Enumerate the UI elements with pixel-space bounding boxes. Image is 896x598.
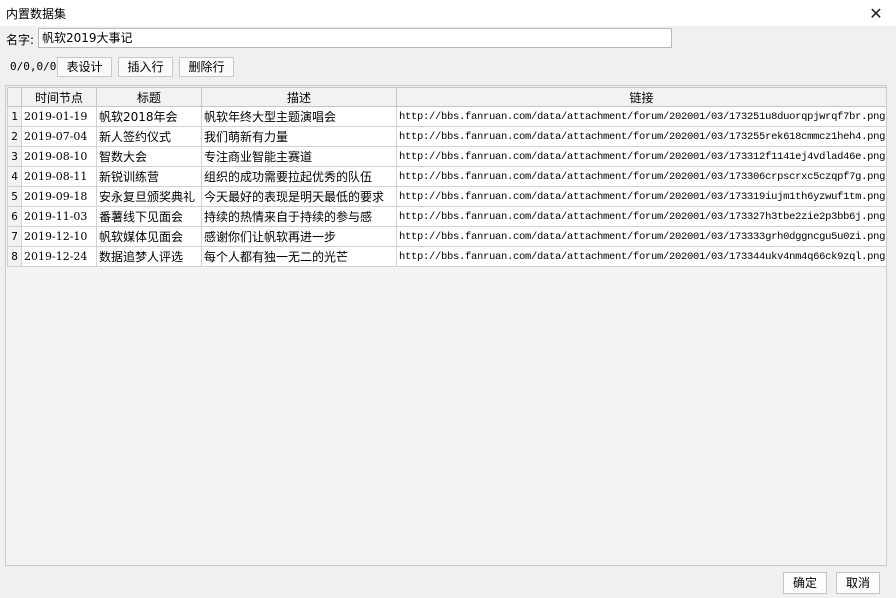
cell-description[interactable]: 今天最好的表现是明天最低的要求 [201, 186, 397, 207]
row-number[interactable]: 5 [7, 186, 22, 207]
cell-description[interactable]: 专注商业智能主赛道 [201, 146, 397, 167]
cell-description[interactable]: 持续的热情来自于持续的参与感 [201, 206, 397, 227]
cell-date[interactable]: 2019-11-03 [21, 206, 97, 227]
grid-header-row: 时间节点 标题 描述 链接 [7, 87, 886, 107]
cell-date[interactable]: 2019-12-24 [21, 246, 97, 267]
table-row: 3 2019-08-10 智数大会 专注商业智能主赛道 http://bbs.f… [7, 146, 886, 167]
table-row: 5 2019-09-18 安永复旦颁奖典礼 今天最好的表现是明天最低的要求 ht… [7, 186, 886, 207]
cell-link[interactable]: http://bbs.fanruan.com/data/attachment/f… [396, 126, 886, 147]
cell-title[interactable]: 帆软2018年会 [96, 106, 202, 127]
insert-row-button[interactable]: 插入行 [118, 57, 173, 77]
cell-link[interactable]: http://bbs.fanruan.com/data/attachment/f… [396, 186, 886, 207]
table-row: 7 2019-12-10 帆软媒体见面会 感谢你们让帆软再进一步 http://… [7, 226, 886, 247]
cell-position-text: 0/0,0/0 [10, 60, 57, 73]
delete-row-button[interactable]: 删除行 [179, 57, 234, 77]
corner-header[interactable] [7, 87, 22, 107]
data-grid: 时间节点 标题 描述 链接 1 2019-01-19 帆软2018年会 帆软年终… [7, 87, 886, 267]
column-header-link[interactable]: 链接 [396, 87, 886, 107]
cell-title[interactable]: 番薯线下见面会 [96, 206, 202, 227]
cell-title[interactable]: 新锐训练营 [96, 166, 202, 187]
cell-date[interactable]: 2019-09-18 [21, 186, 97, 207]
row-number[interactable]: 3 [7, 146, 22, 167]
row-number[interactable]: 1 [7, 106, 22, 127]
table-row: 4 2019-08-11 新锐训练营 组织的成功需要拉起优秀的队伍 http:/… [7, 166, 886, 187]
cell-title[interactable]: 数据追梦人评选 [96, 246, 202, 267]
column-header-title[interactable]: 标题 [96, 87, 202, 107]
cell-title[interactable]: 智数大会 [96, 146, 202, 167]
cell-date[interactable]: 2019-12-10 [21, 226, 97, 247]
title-bar: 内置数据集 ✕ [0, 0, 896, 26]
row-number[interactable]: 4 [7, 166, 22, 187]
cell-description[interactable]: 帆软年终大型主题演唱会 [201, 106, 397, 127]
table-row: 8 2019-12-24 数据追梦人评选 每个人都有独一无二的光芒 http:/… [7, 246, 886, 267]
close-icon[interactable]: ✕ [856, 0, 896, 26]
row-number[interactable]: 6 [7, 206, 22, 227]
row-number[interactable]: 7 [7, 226, 22, 247]
table-row: 1 2019-01-19 帆软2018年会 帆软年终大型主题演唱会 http:/… [7, 106, 886, 127]
cell-date[interactable]: 2019-07-04 [21, 126, 97, 147]
cell-title[interactable]: 安永复旦颁奖典礼 [96, 186, 202, 207]
name-label: 名字: [6, 33, 35, 47]
table-design-button[interactable]: 表设计 [57, 57, 112, 77]
table-row: 6 2019-11-03 番薯线下见面会 持续的热情来自于持续的参与感 http… [7, 206, 886, 227]
row-number[interactable]: 2 [7, 126, 22, 147]
cell-link[interactable]: http://bbs.fanruan.com/data/attachment/f… [396, 146, 886, 167]
cell-description[interactable]: 我们萌新有力量 [201, 126, 397, 147]
cell-description[interactable]: 组织的成功需要拉起优秀的队伍 [201, 166, 397, 187]
cell-link[interactable]: http://bbs.fanruan.com/data/attachment/f… [396, 246, 886, 267]
cell-date[interactable]: 2019-01-19 [21, 106, 97, 127]
column-header-date[interactable]: 时间节点 [21, 87, 97, 107]
cell-title[interactable]: 帆软媒体见面会 [96, 226, 202, 247]
data-grid-panel: 时间节点 标题 描述 链接 1 2019-01-19 帆软2018年会 帆软年终… [5, 85, 887, 566]
cell-link[interactable]: http://bbs.fanruan.com/data/attachment/f… [396, 206, 886, 227]
cell-link[interactable]: http://bbs.fanruan.com/data/attachment/f… [396, 166, 886, 187]
cell-description[interactable]: 每个人都有独一无二的光芒 [201, 246, 397, 267]
cell-link[interactable]: http://bbs.fanruan.com/data/attachment/f… [396, 106, 886, 127]
window-title: 内置数据集 [6, 7, 67, 21]
ok-button[interactable]: 确定 [783, 572, 827, 594]
cell-title[interactable]: 新人签约仪式 [96, 126, 202, 147]
cell-date[interactable]: 2019-08-10 [21, 146, 97, 167]
table-row: 2 2019-07-04 新人签约仪式 我们萌新有力量 http://bbs.f… [7, 126, 886, 147]
name-input[interactable] [38, 28, 672, 48]
row-number[interactable]: 8 [7, 246, 22, 267]
column-header-description[interactable]: 描述 [201, 87, 397, 107]
cell-date[interactable]: 2019-08-11 [21, 166, 97, 187]
cancel-button[interactable]: 取消 [836, 572, 880, 594]
cell-description[interactable]: 感谢你们让帆软再进一步 [201, 226, 397, 247]
cell-link[interactable]: http://bbs.fanruan.com/data/attachment/f… [396, 226, 886, 247]
